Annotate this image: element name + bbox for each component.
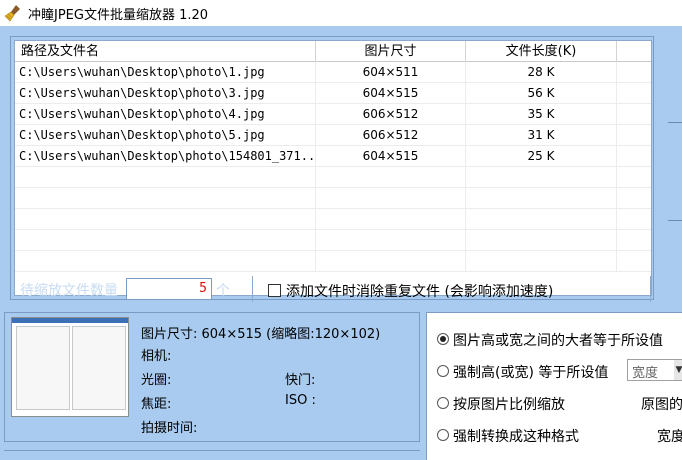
option-ratio-extra: 原图的 xyxy=(641,397,682,413)
column-header-path[interactable]: 路径及文件名 xyxy=(15,41,316,62)
pending-count-unit: 个 xyxy=(216,283,230,299)
side-select[interactable]: 宽度 ▼ xyxy=(627,359,682,381)
divider xyxy=(4,450,420,460)
thumbnail-titlebar xyxy=(12,318,128,323)
cell-length: 25 K xyxy=(466,146,617,167)
cell-size: 606×512 xyxy=(316,104,466,125)
empty-row xyxy=(15,209,651,230)
option-max-side-radio[interactable] xyxy=(437,333,449,345)
info-camera: 相机: xyxy=(141,349,172,364)
cell-filler xyxy=(617,146,651,167)
info-iso: ISO : xyxy=(285,393,316,408)
file-list[interactable]: 路径及文件名 图片尺寸 文件长度(K) C:\Users\wuhan\Deskt… xyxy=(14,40,652,296)
scale-options-panel: 图片高或宽之间的大者等于所设值 强制高(或宽) 等于所设值 宽度 ▼ 按原图片比… xyxy=(426,312,682,460)
image-info-panel: 图片尺寸: 604×515 (缩略图:120×102) 相机: 光圈: 快门: … xyxy=(4,312,420,442)
empty-row xyxy=(15,188,651,209)
main-client-area: 路径及文件名 图片尺寸 文件长度(K) C:\Users\wuhan\Deskt… xyxy=(0,26,682,460)
option-convert-extra: 宽度 xyxy=(657,429,682,445)
divider xyxy=(668,122,682,123)
column-header-filler xyxy=(617,41,651,62)
info-shutter: 快门: xyxy=(285,373,316,388)
cell-path: C:\Users\wuhan\Desktop\photo\5.jpg xyxy=(15,125,316,146)
table-row[interactable]: C:\Users\wuhan\Desktop\photo\1.jpg 604×5… xyxy=(15,62,651,83)
option-convert-label[interactable]: 强制转换成这种格式 xyxy=(453,426,579,446)
option-force-side-radio[interactable] xyxy=(437,365,449,377)
empty-row xyxy=(15,230,651,251)
cell-path: C:\Users\wuhan\Desktop\photo\3.jpg xyxy=(15,83,316,104)
divider xyxy=(668,220,682,221)
cell-size: 604×515 xyxy=(316,146,466,167)
pending-count-label: 待缩放文件数量 xyxy=(20,283,118,299)
empty-row xyxy=(15,167,651,188)
file-list-header: 路径及文件名 图片尺寸 文件长度(K) xyxy=(15,41,651,62)
cell-length: 28 K xyxy=(466,62,617,83)
cell-path: C:\Users\wuhan\Desktop\photo\154801_371.… xyxy=(15,146,316,167)
cell-size: 606×512 xyxy=(316,125,466,146)
file-list-body: C:\Users\wuhan\Desktop\photo\1.jpg 604×5… xyxy=(15,62,651,272)
cell-length: 35 K xyxy=(466,104,617,125)
window-title: 冲瞳JPEG文件批量缩放器 1.20 xyxy=(28,8,209,23)
column-header-length[interactable]: 文件长度(K) xyxy=(466,41,617,62)
column-header-size[interactable]: 图片尺寸 xyxy=(316,41,466,62)
thumbnail-pane xyxy=(72,326,126,410)
cell-filler xyxy=(617,83,651,104)
option-ratio-label[interactable]: 按原图片比例缩放 xyxy=(453,394,565,414)
cell-filler xyxy=(617,125,651,146)
dedupe-checkbox-label[interactable]: 添加文件时消除重复文件 (会影响添加速度) xyxy=(286,281,553,301)
option-max-side-label[interactable]: 图片高或宽之间的大者等于所设值 xyxy=(453,330,663,350)
cell-length: 56 K xyxy=(466,83,617,104)
cell-path: C:\Users\wuhan\Desktop\photo\4.jpg xyxy=(15,104,316,125)
divider xyxy=(650,276,651,302)
option-convert-radio[interactable] xyxy=(437,429,449,441)
cell-path: C:\Users\wuhan\Desktop\photo\1.jpg xyxy=(15,62,316,83)
cell-size: 604×515 xyxy=(316,83,466,104)
image-thumbnail xyxy=(11,317,129,417)
info-focal-length: 焦距: xyxy=(141,397,172,412)
divider xyxy=(252,276,253,302)
cell-filler xyxy=(617,104,651,125)
thumbnail-pane xyxy=(16,326,70,410)
dedupe-checkbox[interactable] xyxy=(268,284,281,297)
table-row[interactable]: C:\Users\wuhan\Desktop\photo\4.jpg 606×5… xyxy=(15,104,651,125)
table-row[interactable]: C:\Users\wuhan\Desktop\photo\5.jpg 606×5… xyxy=(15,125,651,146)
title-bar: 冲瞳JPEG文件批量缩放器 1.20 xyxy=(0,0,682,26)
cell-size: 604×511 xyxy=(316,62,466,83)
empty-row xyxy=(15,251,651,272)
side-select-value: 宽度 xyxy=(632,366,659,381)
broom-app-icon xyxy=(4,5,20,22)
option-ratio-radio[interactable] xyxy=(437,397,449,409)
cell-length: 31 K xyxy=(466,125,617,146)
table-row[interactable]: C:\Users\wuhan\Desktop\photo\154801_371.… xyxy=(15,146,651,167)
info-aperture: 光圈: xyxy=(141,373,172,388)
info-image-size: 图片尺寸: 604×515 (缩略图:120×102) xyxy=(141,327,381,342)
option-force-side-label[interactable]: 强制高(或宽) 等于所设值 xyxy=(453,362,608,382)
cell-filler xyxy=(617,62,651,83)
pending-count-field[interactable]: 5 xyxy=(126,278,212,300)
info-capture-time: 拍摄时间: xyxy=(141,421,198,436)
table-row[interactable]: C:\Users\wuhan\Desktop\photo\3.jpg 604×5… xyxy=(15,83,651,104)
chevron-down-icon[interactable]: ▼ xyxy=(674,360,682,380)
